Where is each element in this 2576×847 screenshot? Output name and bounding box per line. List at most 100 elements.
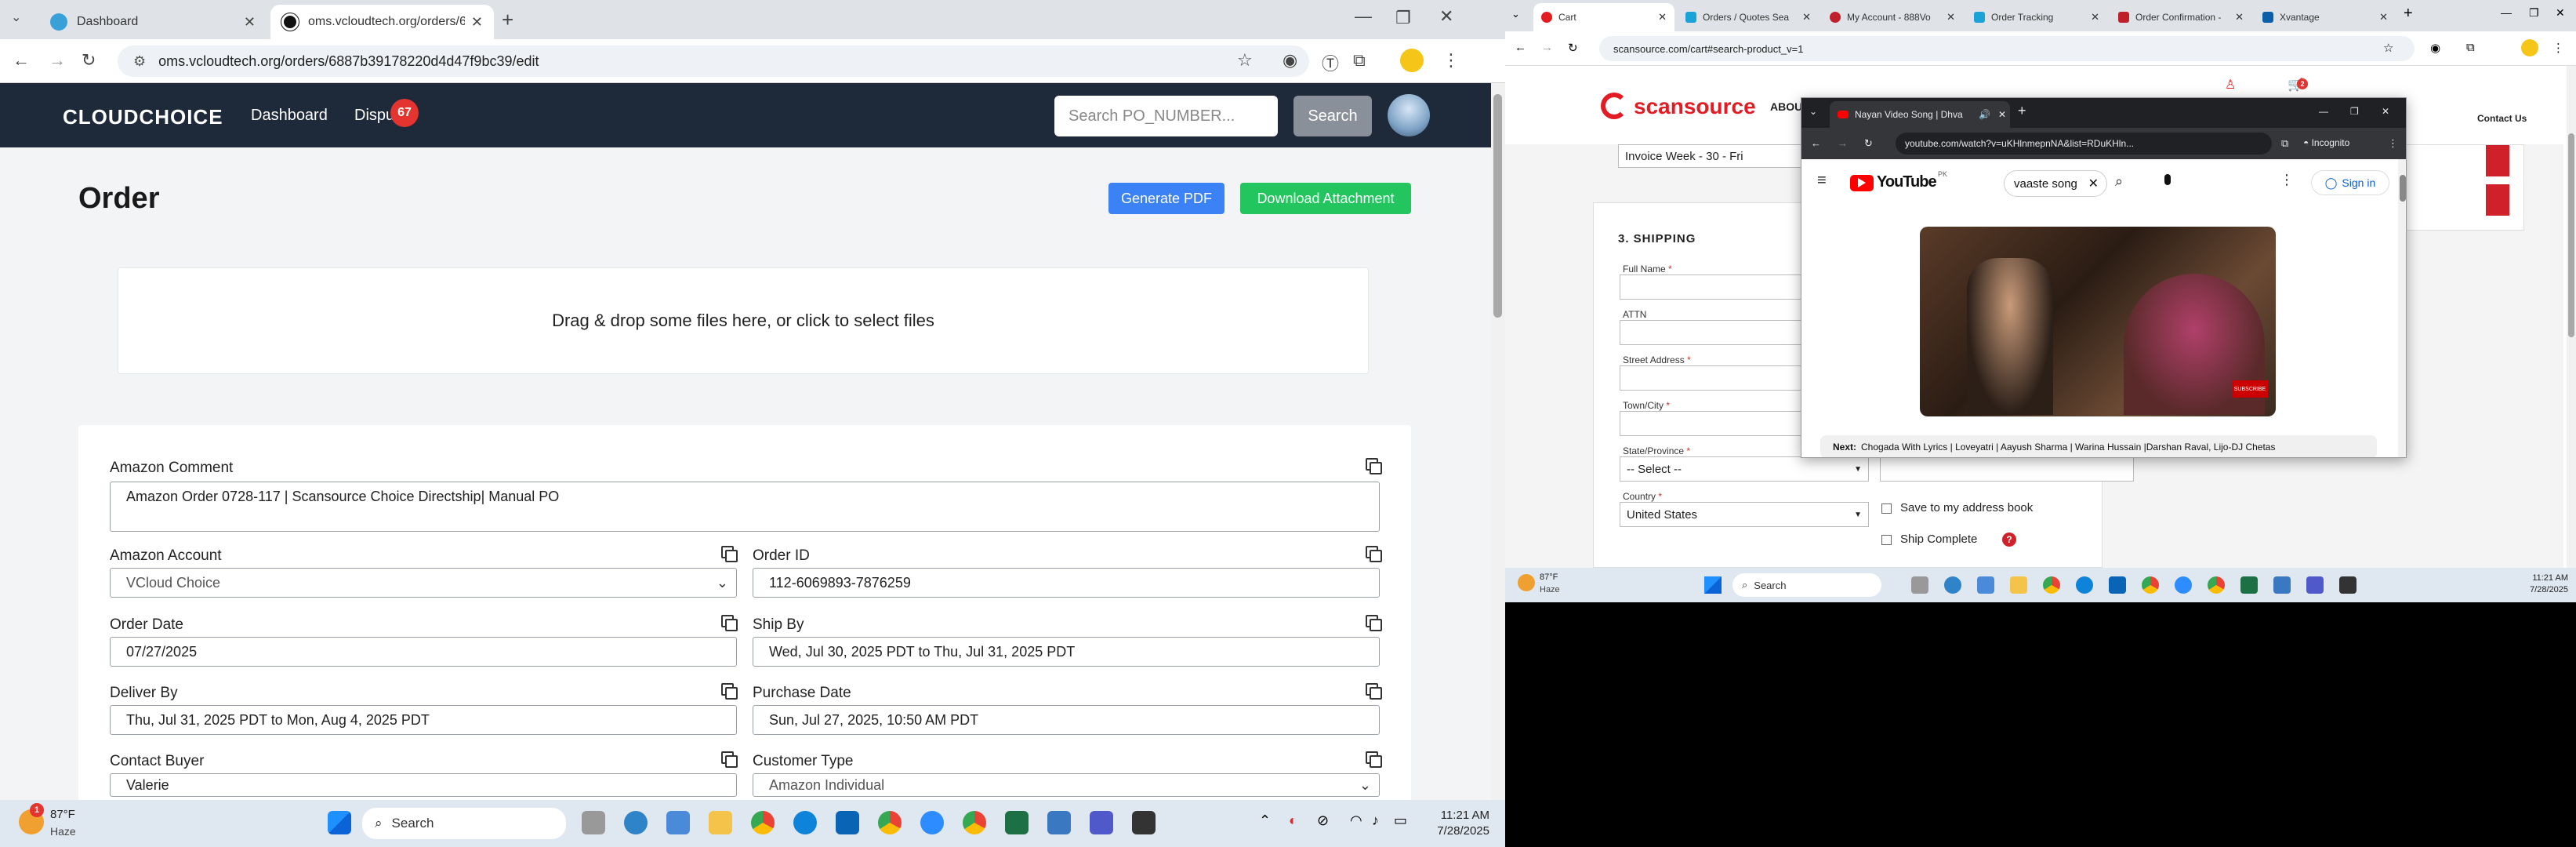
restore-icon[interactable]: ❐ [2529,6,2539,20]
forward-icon[interactable]: → [49,50,66,71]
town-input[interactable] [1620,411,1808,436]
deliver-by-field[interactable]: Thu, Jul 31, 2025 PDT to Mon, Aug 4, 202… [110,705,737,735]
tab-cart[interactable]: Cart ✕ [1533,3,1674,31]
back-icon[interactable]: ← [1811,137,1821,149]
tab-search-icon[interactable]: ⌄ [1511,8,1520,20]
yt-scrollbar[interactable] [2398,159,2406,457]
profile-avatar-icon[interactable] [2521,39,2538,56]
chrome-icon[interactable] [2142,576,2159,594]
photos-icon[interactable] [2273,576,2291,594]
excel-icon[interactable] [1005,811,1029,834]
help-icon[interactable]: ? [2002,533,2016,547]
generate-pdf-button[interactable]: Generate PDF [1108,183,1225,214]
user-account-icon[interactable]: ♙ [2225,77,2236,93]
wifi-icon[interactable]: ◠ [1350,812,1362,829]
zoom-icon[interactable] [2175,576,2192,594]
user-avatar[interactable] [1388,94,1430,136]
chrome-icon[interactable] [963,811,986,834]
puzzle-icon[interactable]: ⧉ [1353,50,1366,71]
menu-dots-icon[interactable]: ⋮ [2552,41,2564,55]
teams-icon[interactable] [2306,576,2324,594]
puzzle-icon[interactable]: ⧉ [2466,41,2475,54]
mic-icon[interactable] [2159,172,2176,194]
reload-icon[interactable]: ↻ [82,50,96,71]
contact-buyer-field[interactable]: Valerie [110,773,737,797]
sign-in-button[interactable]: ◯ Sign in [2311,170,2389,195]
postal-input[interactable] [1880,456,2134,482]
url-input[interactable]: scansource.com/cart#search-product_v=1 [1599,36,2415,61]
tab-order-tracking[interactable]: Order Tracking ✕ [1966,3,2107,31]
subscribe-overlay[interactable]: SUBSCRIBE [2232,380,2268,398]
copy-icon[interactable] [721,751,738,768]
url-input[interactable]: youtube.com/watch?v=uKHlnmepnNA&list=RDu… [1896,133,2272,154]
file-explorer-icon[interactable] [709,811,732,834]
profile-avatar-icon[interactable] [1400,49,1424,72]
close-window-icon[interactable]: ✕ [2556,6,2565,20]
forward-icon[interactable]: → [1838,137,1848,149]
site-info-icon[interactable]: ⚙ [133,53,146,70]
new-tab-icon[interactable]: + [502,8,513,32]
tab-my-account[interactable]: My Account - 888Vo ✕ [1822,3,1963,31]
customer-type-select[interactable]: Amazon Individual ⌄ [753,773,1380,797]
tab-oms-order[interactable]: oms.vcloudtech.org/orders/68 ✕ [270,5,494,39]
save-address-checkbox[interactable] [1881,503,1892,514]
chrome-icon[interactable] [751,811,775,834]
tab-xvantage[interactable]: Xvantage ✕ [2255,3,2396,31]
extension-icon[interactable]: ⧉ [2281,137,2288,150]
close-tab-icon[interactable]: ✕ [2091,11,2099,24]
calculator-icon[interactable] [1977,576,1994,594]
incognito-label[interactable]: ◓ Incognito [2303,137,2349,148]
contact-us-link[interactable]: Contact Us [2477,113,2527,124]
street-input[interactable] [1620,365,1808,391]
tray-icon[interactable]: ⊘ [1317,812,1329,829]
full-name-input[interactable] [1620,274,1808,300]
state-select[interactable]: -- Select -- ▼ [1620,456,1869,482]
new-tab-icon[interactable]: + [2018,103,2026,119]
order-id-field[interactable]: 112-6069893-7876259 [753,568,1380,598]
edge-icon[interactable] [793,811,817,834]
scrollbar-thumb[interactable] [1493,94,1502,318]
copy-icon[interactable] [721,615,738,631]
restore-icon[interactable]: ❐ [1395,8,1411,28]
close-tab-icon[interactable]: ✕ [471,14,483,31]
nav-about[interactable]: ABOU [1770,100,1802,113]
calculator-icon[interactable] [666,811,690,834]
app-icon[interactable] [624,811,648,834]
tray-app-icon[interactable]: ◐ [1289,812,1297,829]
close-tab-icon[interactable]: ✕ [2235,11,2244,24]
windows-start-icon[interactable] [1704,576,1722,594]
back-icon[interactable]: ← [1515,41,1526,54]
chevron-up-icon[interactable]: ⌃ [1259,812,1271,829]
red-button[interactable] [2486,145,2509,176]
new-tab-icon[interactable]: + [2404,5,2413,23]
bookmark-star-icon[interactable]: ☆ [2383,41,2393,55]
next-video-banner[interactable]: Next: Chogada With Lyrics | Loveyatri | … [1820,435,2377,457]
video-player[interactable]: SUBSCRIBE [1920,227,2276,416]
close-tab-icon[interactable]: ✕ [1947,11,1955,24]
app-icon[interactable] [1944,576,1961,594]
url-input[interactable]: ⚙ oms.vcloudtech.org/orders/6887b3917822… [118,45,1309,77]
bookmark-star-icon[interactable]: ☆ [1237,50,1253,71]
amazon-account-select[interactable]: VCloud Choice ⌄ [110,568,737,598]
close-tab-icon[interactable]: ✕ [2379,11,2388,24]
nav-dashboard[interactable]: Dashboard [251,107,328,125]
battery-icon[interactable]: ▭ [1394,812,1407,829]
taskbar-clock[interactable]: 11:21 AM 7/28/2025 [2490,573,2568,596]
speaker-icon[interactable]: ♪ [1372,812,1379,829]
menu-dots-icon[interactable]: ⋮ [2388,137,2398,150]
order-date-field[interactable]: 07/27/2025 [110,637,737,667]
taskbar-search-input[interactable]: ⌕ Search [1732,573,1881,597]
search-icon[interactable]: ⌕ [2115,173,2123,190]
restore-icon[interactable]: ❐ [2350,106,2359,117]
close-tab-icon[interactable]: ✕ [244,14,256,31]
chrome-icon[interactable] [2208,576,2225,594]
file-explorer-icon[interactable] [2010,576,2027,594]
attn-input[interactable] [1620,320,1808,345]
reader-icon[interactable]: Ⓣ [1322,50,1339,75]
ship-complete-checkbox[interactable] [1881,535,1892,545]
close-window-icon[interactable]: ✕ [1439,6,1453,27]
sticky-notes-icon[interactable] [2339,576,2356,594]
tab-orders-quotes[interactable]: Orders / Quotes Sea ✕ [1678,3,1819,31]
tab-search-icon[interactable]: ⌄ [11,9,21,25]
cloudchoice-logo[interactable]: CLOUDCHOICE [63,105,223,129]
